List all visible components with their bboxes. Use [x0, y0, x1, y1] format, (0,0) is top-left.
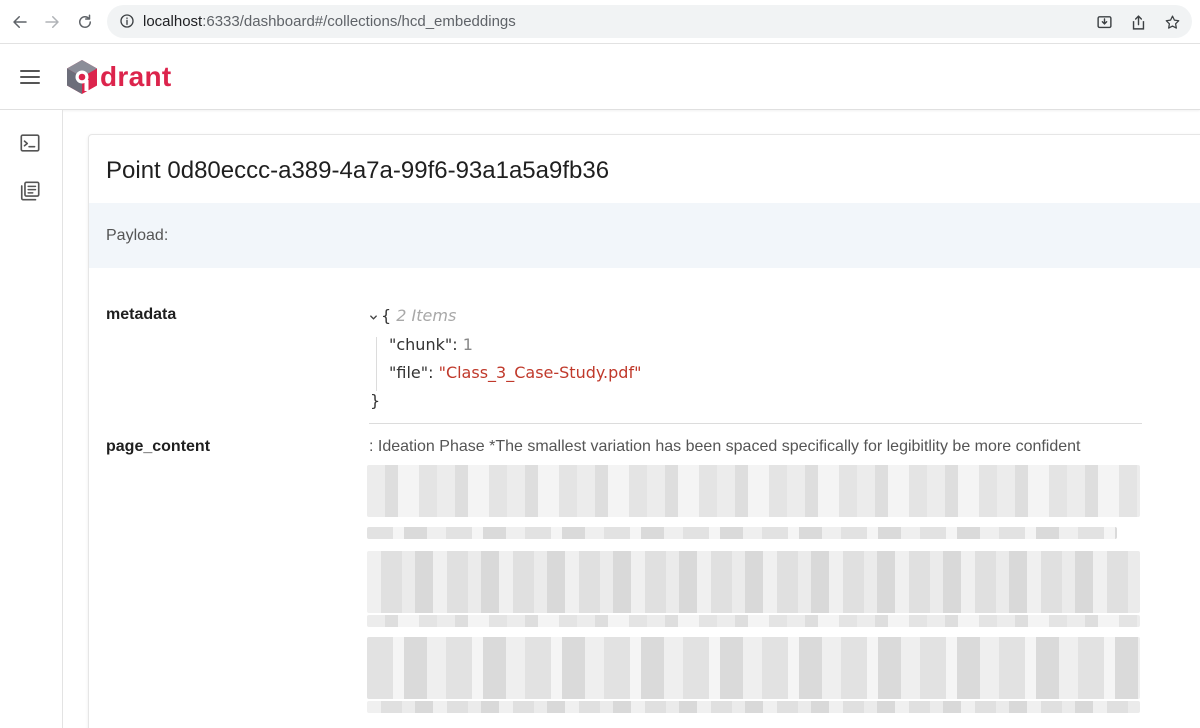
library-icon — [20, 181, 40, 201]
point-title: Point 0d80eccc-a389-4a7a-99f6-93a1a5a9fb… — [106, 157, 610, 184]
field-key-page-content: page_content — [106, 438, 211, 455]
menu-button[interactable] — [18, 65, 42, 89]
json-key: "file" — [389, 363, 429, 382]
back-button[interactable] — [8, 10, 32, 34]
collections-nav-button[interactable] — [19, 180, 41, 202]
page-content-text: : Ideation Phase *The smallest variation… — [369, 438, 1081, 455]
json-colon: : — [452, 335, 463, 354]
json-entry[interactable]: "file": "Class_3_Case-Study.pdf" — [389, 363, 641, 382]
console-nav-button[interactable] — [19, 132, 41, 154]
url-host: localhost — [143, 13, 203, 30]
bookmark-button[interactable] — [1162, 12, 1182, 32]
url-path: :6333/dashboard#/collections/hcd_embeddi… — [202, 13, 516, 30]
field-key-metadata: metadata — [106, 306, 177, 323]
brand-name: drant — [100, 61, 172, 92]
json-close-brace: } — [370, 391, 381, 410]
reload-icon — [79, 14, 91, 28]
json-value: "Class_3_Case-Study.pdf" — [438, 363, 642, 382]
json-key: "chunk" — [389, 335, 453, 354]
json-open-brace: { — [381, 306, 392, 325]
url-text[interactable]: localhost:6333/dashboard#/collections/hc… — [143, 13, 516, 30]
redacted-block — [367, 527, 1117, 539]
qdrant-logo[interactable]: drant — [66, 58, 172, 96]
point-card: Point 0d80eccc-a389-4a7a-99f6-93a1a5a9fb… — [88, 134, 1200, 728]
address-bar[interactable]: localhost:6333/dashboard#/collections/hc… — [107, 5, 1192, 38]
json-value: 1 — [462, 335, 473, 354]
collapse-toggle[interactable] — [369, 307, 381, 326]
hamburger-icon — [20, 70, 40, 84]
field-divider — [369, 423, 1142, 424]
browser-toolbar: localhost:6333/dashboard#/collections/hc… — [0, 0, 1200, 44]
json-item-count: 2 Items — [396, 306, 457, 325]
redacted-block — [367, 465, 1140, 517]
redacted-block — [367, 551, 1140, 613]
payload-label: Payload: — [106, 227, 169, 244]
json-entry[interactable]: "chunk": 1 — [389, 335, 473, 354]
json-colon: : — [428, 363, 439, 382]
forward-button[interactable] — [40, 10, 64, 34]
redacted-block — [367, 637, 1140, 699]
payload-header: Payload: — [89, 203, 1200, 268]
share-button[interactable] — [1128, 12, 1148, 32]
install-icon — [1096, 15, 1112, 28]
install-button[interactable] — [1094, 12, 1114, 32]
redacted-content — [367, 465, 1142, 725]
share-icon — [1132, 14, 1144, 30]
arrow-right-icon — [45, 16, 59, 28]
json-object-header: { 2 Items — [369, 306, 456, 326]
arrow-left-icon — [13, 16, 27, 28]
side-navigation — [0, 110, 63, 728]
terminal-icon — [20, 134, 40, 152]
chevron-down-icon — [370, 315, 377, 320]
redacted-block — [367, 615, 1140, 627]
json-indent-guide — [376, 337, 377, 391]
redacted-block — [367, 701, 1140, 713]
app-header: drant — [0, 44, 1200, 110]
info-circle-icon[interactable] — [119, 13, 135, 29]
reload-button[interactable] — [73, 10, 97, 34]
star-icon — [1165, 14, 1179, 29]
qdrant-logo-icon — [67, 60, 97, 94]
